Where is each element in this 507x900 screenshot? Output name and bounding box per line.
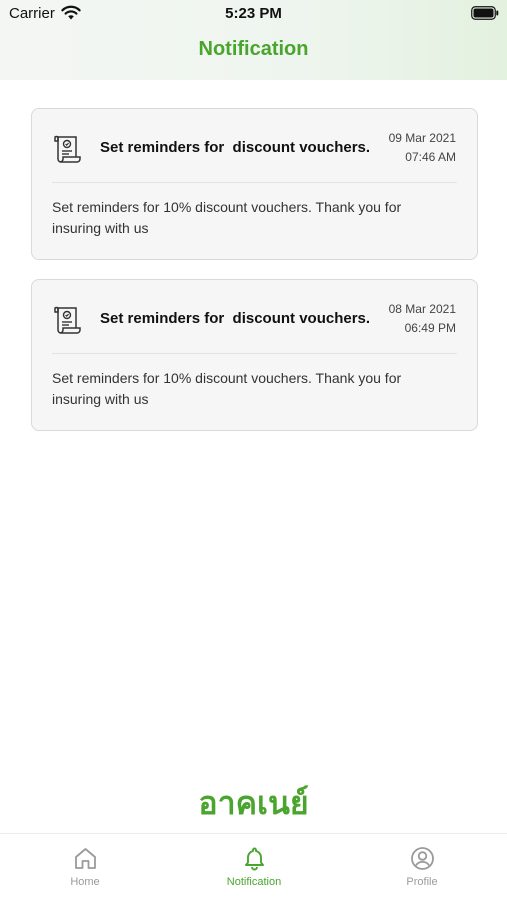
notification-body: Set reminders for 10% discount vouchers.… (52, 370, 402, 407)
notification-card[interactable]: Set reminders for discount vouchers. 09 … (31, 108, 478, 260)
status-bar: Carrier 5:23 PM (0, 0, 507, 28)
page-title: Notification (198, 38, 309, 60)
battery-icon (471, 6, 499, 20)
tab-bar: Home Notification Profile (0, 833, 507, 900)
clock-time: 5:23 PM (225, 5, 282, 22)
home-icon (75, 848, 96, 869)
document-icon (54, 306, 81, 334)
profile-icon (411, 847, 434, 870)
card-divider (52, 182, 457, 183)
notification-date: 08 Mar 2021 (388, 302, 456, 316)
notification-body: Set reminders for 10% discount vouchers.… (52, 199, 402, 236)
top-bar: Carrier 5:23 PM Notification (0, 0, 507, 80)
tab-profile[interactable]: Profile (362, 834, 482, 900)
bell-icon (245, 847, 264, 871)
document-icon (54, 135, 81, 163)
notification-title: Set reminders for discount vouchers. (100, 310, 371, 327)
tab-notification[interactable]: Notification (194, 834, 314, 900)
notification-card[interactable]: Set reminders for discount vouchers. 08 … (31, 279, 478, 431)
tab-home-label: Home (70, 876, 100, 888)
brand-logo: อาคเนย์ (198, 784, 309, 822)
tab-home[interactable]: Home (25, 834, 145, 900)
tab-profile-label: Profile (406, 876, 438, 888)
tab-notification-label: Notification (226, 876, 282, 888)
notification-date: 09 Mar 2021 (388, 131, 456, 145)
notification-time: 06:49 PM (404, 321, 456, 335)
card-divider (52, 353, 457, 354)
notification-title: Set reminders for discount vouchers. (100, 139, 371, 156)
notification-time: 07:46 AM (405, 150, 456, 164)
notification-list: Set reminders for discount vouchers. 09 … (31, 108, 478, 450)
